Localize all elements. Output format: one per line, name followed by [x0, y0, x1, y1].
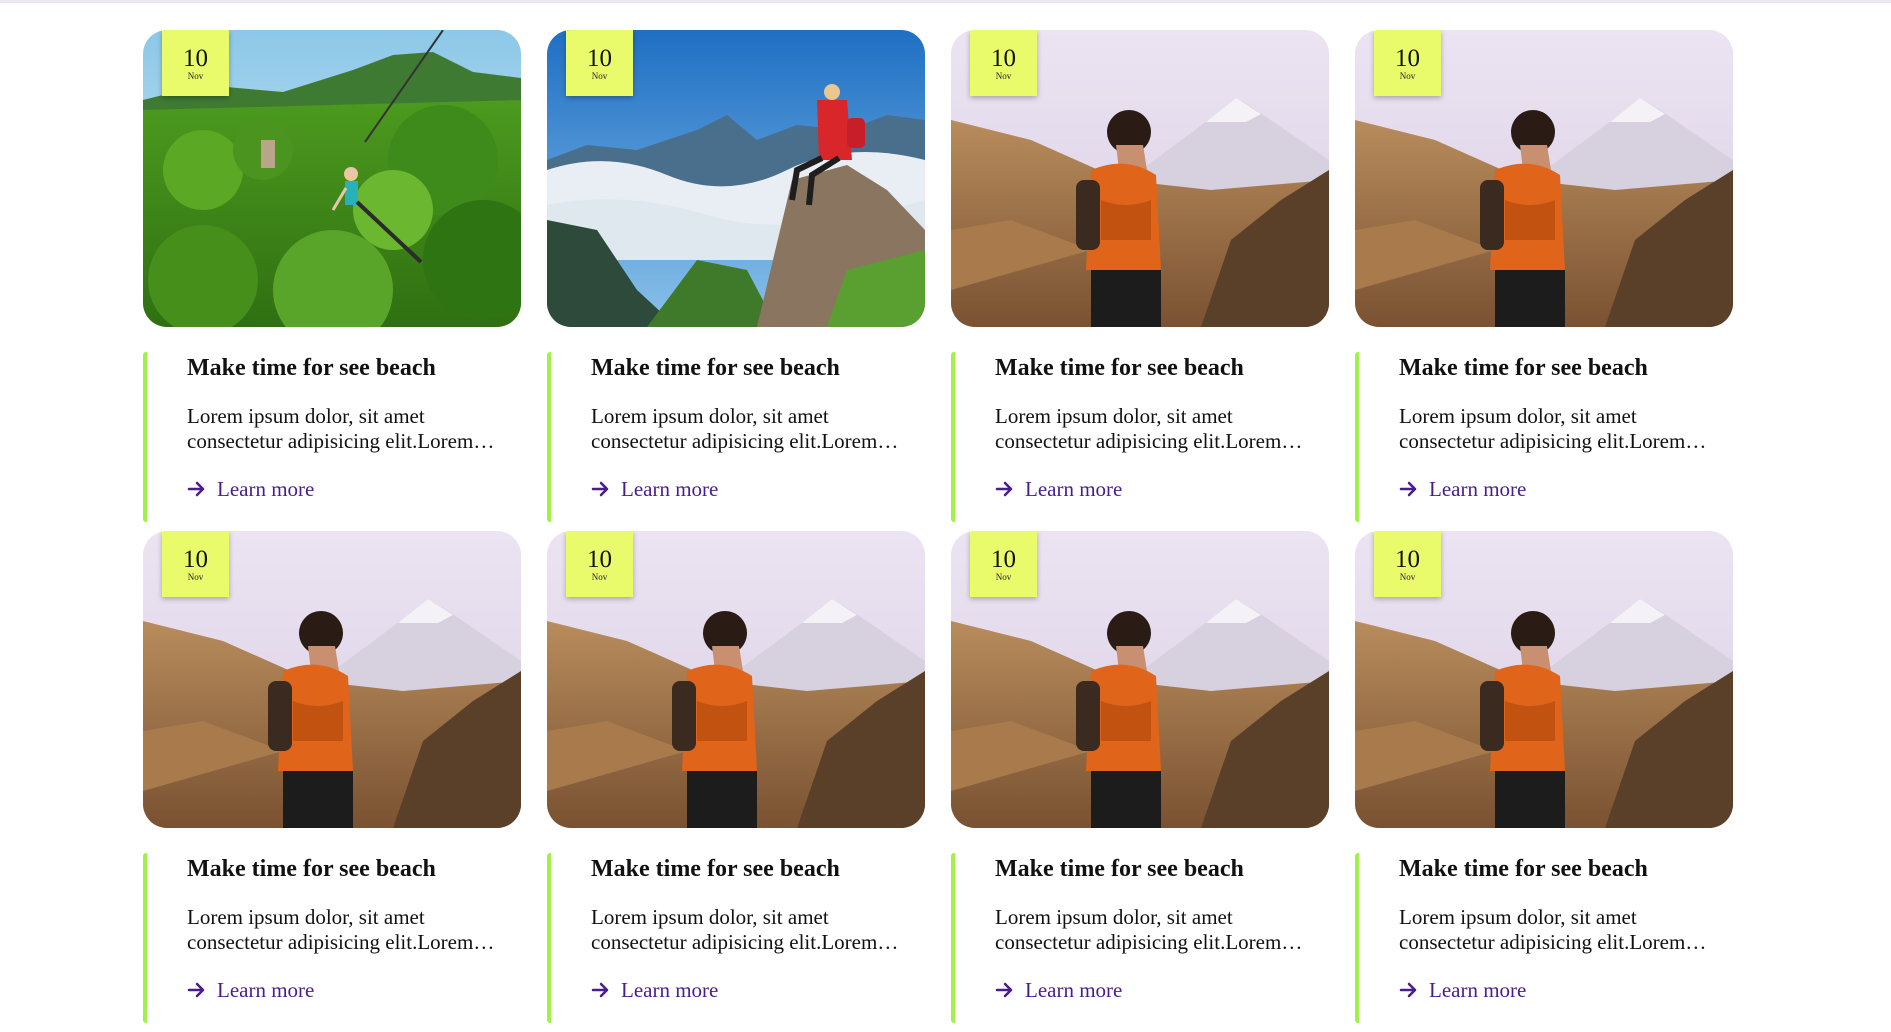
- arrow-right-icon: [995, 980, 1015, 1000]
- learn-more-link[interactable]: Learn more: [187, 977, 314, 1003]
- date-month: Nov: [591, 572, 608, 582]
- blog-card: 10 Nov Make time for see beach Lorem ips…: [951, 30, 1329, 531]
- date-day: 10: [183, 546, 208, 573]
- card-title[interactable]: Make time for see beach: [1399, 352, 1648, 384]
- card-title[interactable]: Make time for see beach: [591, 352, 840, 384]
- card-excerpt: Lorem ipsum dolor, sit amet consectetur …: [1399, 905, 1686, 954]
- learn-more-label: Learn more: [1025, 978, 1123, 1002]
- card-image[interactable]: 10 Nov: [547, 30, 925, 327]
- card-content: Make time for see beach Lorem ipsum dolo…: [143, 352, 521, 522]
- card-image[interactable]: 10 Nov: [951, 30, 1329, 327]
- card-excerpt: Lorem ipsum dolor, sit amet consectetur …: [187, 404, 474, 453]
- date-badge: 10 Nov: [162, 30, 229, 96]
- card-content: Make time for see beach Lorem ipsum dolo…: [1355, 853, 1733, 1023]
- date-day: 10: [1395, 45, 1420, 72]
- arrow-right-icon: [591, 479, 611, 499]
- date-month: Nov: [187, 71, 204, 81]
- card-image[interactable]: 10 Nov: [547, 531, 925, 828]
- date-day: 10: [587, 45, 612, 72]
- learn-more-link[interactable]: Learn more: [591, 977, 718, 1003]
- card-excerpt: Lorem ipsum dolor, sit amet consectetur …: [995, 404, 1282, 453]
- learn-more-link[interactable]: Learn more: [1399, 476, 1526, 502]
- card-title[interactable]: Make time for see beach: [187, 352, 436, 384]
- date-day: 10: [1395, 546, 1420, 573]
- date-badge: 10 Nov: [162, 531, 229, 597]
- arrow-right-icon: [995, 479, 1015, 499]
- arrow-right-icon: [1399, 980, 1419, 1000]
- card-content: Make time for see beach Lorem ipsum dolo…: [1355, 352, 1733, 522]
- blog-card: 10 Nov Make time for see beach Lorem ips…: [143, 30, 521, 531]
- card-image[interactable]: 10 Nov: [951, 531, 1329, 828]
- card-excerpt: Lorem ipsum dolor, sit amet consectetur …: [1399, 404, 1686, 453]
- date-badge: 10 Nov: [1374, 30, 1441, 96]
- blog-card: 10 Nov Make time for see beach Lorem ips…: [547, 531, 925, 1032]
- card-image[interactable]: 10 Nov: [1355, 30, 1733, 327]
- card-image[interactable]: 10 Nov: [1355, 531, 1733, 828]
- date-day: 10: [183, 45, 208, 72]
- card-title[interactable]: Make time for see beach: [1399, 853, 1648, 885]
- blog-card-grid: 10 Nov Make time for see beach Lorem ips…: [143, 30, 1733, 1032]
- blog-card: 10 Nov Make time for see beach Lorem ips…: [1355, 30, 1733, 531]
- card-excerpt: Lorem ipsum dolor, sit amet consectetur …: [995, 905, 1282, 954]
- learn-more-link[interactable]: Learn more: [1399, 977, 1526, 1003]
- arrow-right-icon: [591, 980, 611, 1000]
- card-content: Make time for see beach Lorem ipsum dolo…: [143, 853, 521, 1023]
- learn-more-label: Learn more: [1429, 477, 1527, 501]
- arrow-right-icon: [187, 980, 207, 1000]
- date-month: Nov: [1399, 572, 1416, 582]
- date-badge: 10 Nov: [1374, 531, 1441, 597]
- card-content: Make time for see beach Lorem ipsum dolo…: [547, 352, 925, 522]
- learn-more-link[interactable]: Learn more: [591, 476, 718, 502]
- card-title[interactable]: Make time for see beach: [995, 853, 1244, 885]
- date-month: Nov: [591, 71, 608, 81]
- learn-more-label: Learn more: [621, 477, 719, 501]
- date-badge: 10 Nov: [566, 30, 633, 96]
- learn-more-link[interactable]: Learn more: [187, 476, 314, 502]
- blog-card: 10 Nov Make time for see beach Lorem ips…: [143, 531, 521, 1032]
- blog-card: 10 Nov Make time for see beach Lorem ips…: [547, 30, 925, 531]
- learn-more-label: Learn more: [217, 477, 315, 501]
- top-divider: [0, 0, 1891, 3]
- date-badge: 10 Nov: [566, 531, 633, 597]
- date-month: Nov: [187, 572, 204, 582]
- card-image[interactable]: 10 Nov: [143, 531, 521, 828]
- date-day: 10: [991, 546, 1016, 573]
- card-title[interactable]: Make time for see beach: [187, 853, 436, 885]
- date-month: Nov: [1399, 71, 1416, 81]
- learn-more-link[interactable]: Learn more: [995, 476, 1122, 502]
- card-excerpt: Lorem ipsum dolor, sit amet consectetur …: [591, 404, 878, 453]
- card-excerpt: Lorem ipsum dolor, sit amet consectetur …: [187, 905, 474, 954]
- learn-more-label: Learn more: [1025, 477, 1123, 501]
- learn-more-label: Learn more: [217, 978, 315, 1002]
- card-content: Make time for see beach Lorem ipsum dolo…: [547, 853, 925, 1023]
- date-badge: 10 Nov: [970, 531, 1037, 597]
- blog-card: 10 Nov Make time for see beach Lorem ips…: [951, 531, 1329, 1032]
- card-title[interactable]: Make time for see beach: [995, 352, 1244, 384]
- learn-more-label: Learn more: [621, 978, 719, 1002]
- date-day: 10: [991, 45, 1016, 72]
- card-content: Make time for see beach Lorem ipsum dolo…: [951, 853, 1329, 1023]
- learn-more-label: Learn more: [1429, 978, 1527, 1002]
- arrow-right-icon: [1399, 479, 1419, 499]
- blog-card: 10 Nov Make time for see beach Lorem ips…: [1355, 531, 1733, 1032]
- date-day: 10: [587, 546, 612, 573]
- arrow-right-icon: [187, 479, 207, 499]
- learn-more-link[interactable]: Learn more: [995, 977, 1122, 1003]
- date-month: Nov: [995, 572, 1012, 582]
- card-excerpt: Lorem ipsum dolor, sit amet consectetur …: [591, 905, 878, 954]
- card-title[interactable]: Make time for see beach: [591, 853, 840, 885]
- card-image[interactable]: 10 Nov: [143, 30, 521, 327]
- date-month: Nov: [995, 71, 1012, 81]
- date-badge: 10 Nov: [970, 30, 1037, 96]
- card-content: Make time for see beach Lorem ipsum dolo…: [951, 352, 1329, 522]
